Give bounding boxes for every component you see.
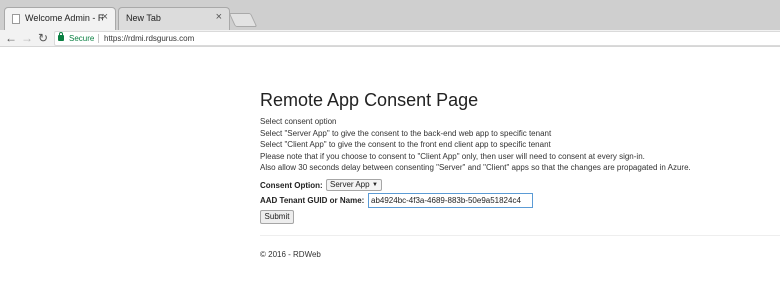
close-icon[interactable]: × <box>216 11 222 23</box>
chevron-down-icon: ▼ <box>372 182 378 188</box>
footer-text: © 2016 - RDWeb <box>260 250 321 259</box>
tab-welcome-admin[interactable]: Welcome Admin - RDWe × <box>4 7 116 30</box>
instruction-line: Select "Server App" to give the consent … <box>260 128 552 138</box>
url-text[interactable]: https://rdmi.rdsgurus.com <box>104 34 194 43</box>
instruction-line: Please note that if you choose to consen… <box>260 151 645 161</box>
consent-option-select[interactable]: Server App ▼ <box>326 179 382 191</box>
submit-button[interactable]: Submit <box>260 210 294 224</box>
address-separator <box>98 34 99 43</box>
divider <box>260 235 780 236</box>
tenant-input[interactable] <box>368 193 533 208</box>
tab-strip: Welcome Admin - RDWe × New Tab × <box>0 0 780 30</box>
instruction-line: Select "Client App" to give the consent … <box>260 140 551 149</box>
page-favicon-icon <box>12 14 20 24</box>
page-title: Remote App Consent Page <box>260 90 479 110</box>
lock-icon <box>58 32 64 41</box>
forward-arrow-icon[interactable]: → <box>21 31 33 45</box>
secure-label: Secure <box>69 34 95 43</box>
reload-icon[interactable]: ↻ <box>38 31 48 45</box>
tab-title: Welcome Admin - RDWe <box>25 13 103 23</box>
tab-new-tab[interactable]: New Tab × <box>118 7 230 30</box>
consent-option-label: Consent Option: <box>260 181 323 190</box>
tab-title: New Tab <box>126 13 161 23</box>
instruction-line: Select consent option <box>260 117 337 126</box>
instructions: Select consent option Select "Server App… <box>260 116 691 174</box>
tenant-label: AAD Tenant GUID or Name: <box>260 196 365 205</box>
browser-toolbar: ← → ↻ Secure https://rdmi.rdsgurus.com <box>0 30 780 47</box>
address-bar[interactable]: Secure https://rdmi.rdsgurus.com <box>54 31 780 46</box>
instruction-line: Also allow 30 seconds delay between cons… <box>260 163 691 172</box>
close-icon[interactable]: × <box>102 11 108 23</box>
back-arrow-icon[interactable]: ← <box>5 31 17 45</box>
consent-option-value: Server App <box>330 180 370 189</box>
new-tab-button[interactable] <box>228 13 258 27</box>
